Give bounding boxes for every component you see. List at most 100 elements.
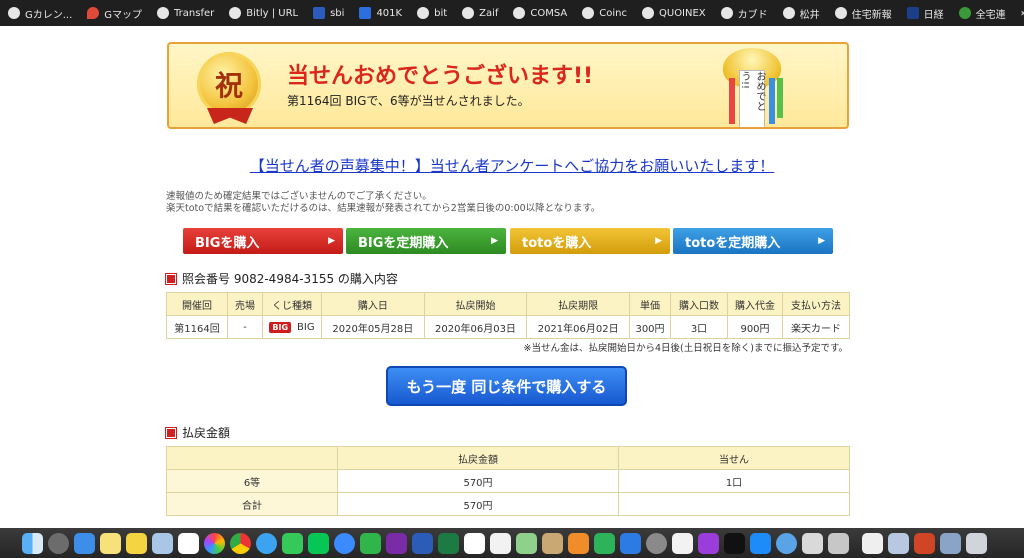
table-row: 合計 570円: [166, 492, 850, 516]
purchase-section-title: 照会番号 9082-4984-3155 の購入内容: [165, 270, 398, 287]
congratulations-banner: 祝 当せんおめでとうございます!! 第1164回 BIGで、6等が当せんされまし…: [167, 42, 849, 129]
big-logo: BIG: [269, 321, 292, 333]
medal-icon: 祝: [197, 52, 261, 116]
streamer-icon: [769, 78, 775, 124]
bookmark-icon: [582, 7, 595, 19]
col-lottery: くじ種類: [262, 292, 322, 316]
bookmark-icon: [157, 7, 170, 19]
finder-icon[interactable]: [22, 532, 43, 554]
onenote-icon[interactable]: [386, 532, 407, 554]
books-icon[interactable]: [568, 532, 589, 554]
apple-tv-icon[interactable]: [724, 532, 745, 554]
app-icon[interactable]: [828, 532, 849, 554]
cell-count: 1口: [618, 469, 850, 493]
keynote-icon[interactable]: [620, 532, 641, 554]
survey-link[interactable]: 【当せん者の声募集中！】当せん者アンケートへご協力をお願いいたします！: [0, 155, 1024, 176]
notice-line-2: 楽天totoで結果を確認いただけるのは、結果速報が発表されてから2営業日後の0:…: [166, 203, 601, 214]
safari-icon[interactable]: [256, 532, 277, 554]
table-header-row: 開催回 売場 くじ種類 購入日 払戻開始 払戻期限 単価 購入口数 購入代金 支…: [166, 292, 850, 316]
facetime-icon[interactable]: [360, 532, 381, 554]
bookmark-icon: [642, 7, 654, 19]
buy-toto-button[interactable]: totoを購入 ▶: [510, 228, 670, 254]
line-icon[interactable]: [308, 532, 329, 554]
maps-icon[interactable]: [516, 532, 537, 554]
col-purchase-date: 購入日: [321, 292, 425, 316]
buy-big-button[interactable]: BIGを購入 ▶: [183, 228, 343, 254]
launchpad-icon[interactable]: [48, 532, 69, 554]
screenshot-icon[interactable]: [888, 532, 909, 554]
preview-icon[interactable]: [152, 532, 173, 554]
bookmark-coinc[interactable]: Coinc: [574, 0, 634, 26]
app-store-icon[interactable]: [750, 532, 771, 554]
chrome-icon[interactable]: [230, 532, 251, 554]
music-icon[interactable]: [672, 532, 693, 554]
bookmark-401k[interactable]: 401K: [351, 0, 409, 26]
subscribe-big-button[interactable]: BIGを定期購入 ▶: [346, 228, 506, 254]
cell-round: 第1164回: [166, 315, 228, 339]
system-preferences-icon[interactable]: [646, 532, 667, 554]
trash-icon[interactable]: [966, 532, 987, 554]
bookmark-icon: [782, 7, 795, 19]
cell-purchase-date: 2020年05月28日: [321, 315, 425, 339]
numbers-icon[interactable]: [594, 532, 615, 554]
triangle-right-icon: ▶: [491, 236, 498, 246]
bookmark-quoinex[interactable]: QUOINEX: [634, 0, 713, 26]
cell-unit-price: 300円: [629, 315, 671, 339]
triangle-right-icon: ▶: [328, 236, 335, 246]
bookmark-sbi[interactable]: sbi: [305, 0, 351, 26]
cell-total: 900円: [727, 315, 783, 339]
col-units: 購入口数: [670, 292, 728, 316]
bookmark-zentaku[interactable]: 全宅連: [951, 0, 1013, 26]
bookmark-jutaku[interactable]: 住宅新報: [827, 0, 899, 26]
bookmark-nikkei[interactable]: 日経: [899, 0, 951, 26]
bookmark-icon: [513, 7, 526, 19]
stickies-icon[interactable]: [126, 532, 147, 554]
notes-icon[interactable]: [100, 532, 121, 554]
cell-amount: 570円: [337, 492, 619, 516]
col-payout-start: 払戻開始: [423, 292, 528, 316]
bookmark-icon: [417, 7, 430, 19]
cell-payout-deadline: 2021年06月02日: [526, 315, 630, 339]
col-unit-price: 単価: [629, 292, 671, 316]
cell-units: 3口: [670, 315, 728, 339]
cell-count: [618, 492, 850, 516]
streamer-icon: [729, 78, 735, 124]
bookmark-comsa[interactable]: COMSA: [505, 0, 574, 26]
banner-title: 当せんおめでとうございます!!: [287, 64, 594, 89]
safari-2-icon[interactable]: [776, 532, 797, 554]
finder-window-icon[interactable]: [940, 532, 961, 554]
excel-icon[interactable]: [438, 532, 459, 554]
repurchase-button[interactable]: もう一度 同じ条件で購入する: [386, 366, 627, 406]
messenger-icon[interactable]: [334, 532, 355, 554]
bookmark-icon: [720, 7, 733, 19]
bookmark-zaif[interactable]: Zaif: [454, 0, 505, 26]
app-icon[interactable]: [802, 532, 823, 554]
col-store: 売場: [227, 292, 263, 316]
bookmark-bit[interactable]: bit: [409, 0, 454, 26]
subscribe-toto-button[interactable]: totoを定期購入 ▶: [673, 228, 833, 254]
reminders-icon[interactable]: [490, 532, 511, 554]
contacts-icon[interactable]: [542, 532, 563, 554]
bookmark-gcalendar[interactable]: Gカレン...: [0, 0, 79, 26]
bookmark-bitly[interactable]: Bitly | URL: [221, 0, 305, 26]
col-total: 購入代金: [727, 292, 783, 316]
congrats-scroll: おめでとう!!: [739, 70, 765, 127]
transfer-note: ※当せん金は、払戻開始日から4日後(土日祝日を除く)までに振込予定です。: [523, 343, 848, 354]
powerpoint-icon[interactable]: [914, 532, 935, 554]
bookmark-gmap[interactable]: Gマップ: [79, 0, 149, 26]
cell-store: -: [227, 315, 263, 339]
payout-section-title: 払戻金額: [165, 424, 230, 441]
bookmark-kabudo[interactable]: カブド: [713, 0, 775, 26]
calendar-date-icon[interactable]: [464, 532, 485, 554]
cell-payout-start: 2020年06月03日: [423, 315, 528, 339]
calendar-icon[interactable]: [178, 532, 199, 554]
bookmark-transfer[interactable]: Transfer: [149, 0, 221, 26]
photos-icon[interactable]: [204, 532, 225, 554]
icloud-drive-icon[interactable]: [74, 532, 95, 554]
bookmarks-overflow-chevron-icon[interactable]: »: [1013, 0, 1024, 26]
messages-icon[interactable]: [282, 532, 303, 554]
word-icon[interactable]: [412, 532, 433, 554]
podcasts-icon[interactable]: [698, 532, 719, 554]
document-icon[interactable]: [862, 532, 883, 554]
bookmark-matsui[interactable]: 松井: [775, 0, 827, 26]
